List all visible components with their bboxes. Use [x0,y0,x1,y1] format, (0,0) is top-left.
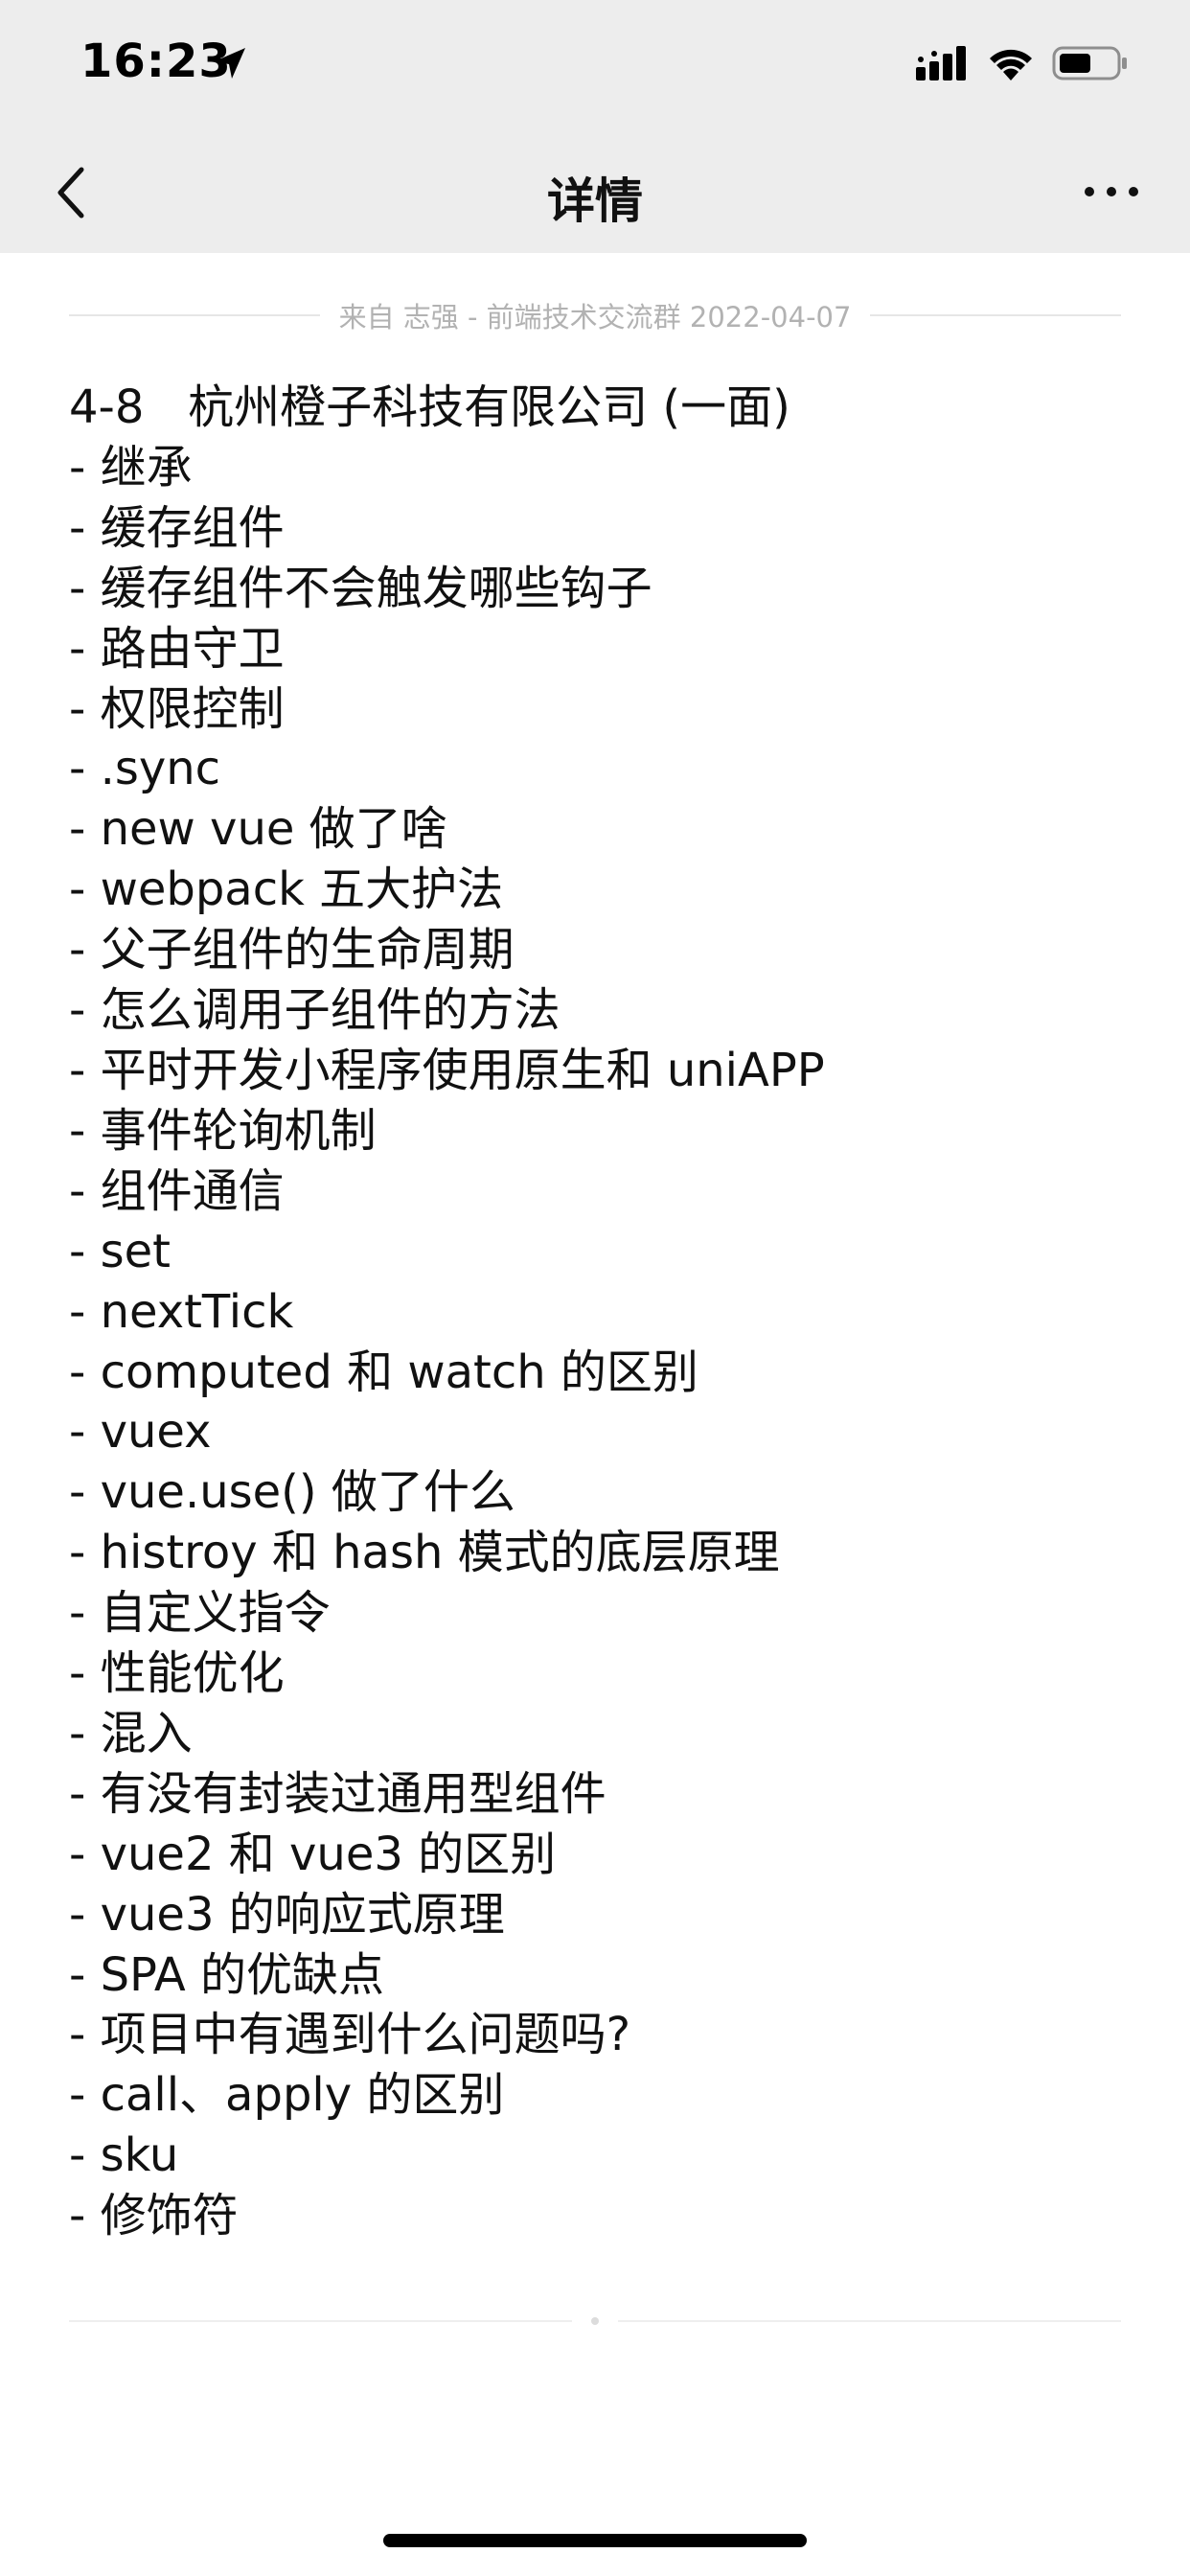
message-source: 来自 志强 - 前端技术交流群 2022-04-07 [338,301,852,334]
list-item: - sku [69,2128,179,2183]
list-item: - vue2 和 vue3 的区别 [69,1827,557,1881]
location-arrow-icon [215,48,245,79]
list-item: - 平时开发小程序使用原生和 uniAPP [69,1043,825,1097]
list-item: - SPA 的优缺点 [69,1947,385,2002]
home-indicator [383,2534,807,2547]
cellular-signal-icon [916,46,966,80]
more-button[interactable] [1073,172,1150,211]
status-time: 16:23 [80,34,232,88]
more-dots-icon [1085,187,1138,196]
message-content: 4-8 杭州橙子科技有限公司 (一面) - 继承 - 缓存组件 - 缓存组件不会触发哪… [69,378,1121,2246]
list-item: - new vue 做了啥 [69,802,447,857]
list-item: - webpack 五大护法 [69,862,504,917]
list-item: - computed 和 watch 的区别 [69,1345,698,1399]
list-item: - 事件轮询机制 [69,1103,377,1158]
nav-bar: 详情 [0,134,1190,253]
content-heading: 4-8 杭州橙子科技有限公司 (一面) [69,380,790,434]
list-item: - 组件通信 [69,1163,285,1218]
message-meta: 来自 志强 - 前端技术交流群 2022-04-07 [69,293,1121,337]
battery-icon [1052,46,1127,80]
list-item: - 权限控制 [69,681,285,736]
list-item: - 修饰符 [69,2189,239,2243]
list-item: - vuex [69,1405,212,1460]
meta-divider-left [69,314,320,316]
list-item: - call、apply 的区别 [69,2068,505,2123]
list-item: - histroy 和 hash 模式的底层原理 [69,1526,780,1580]
list-item: - 缓存组件不会触发哪些钩子 [69,561,652,615]
list-item: - 怎么调用子组件的方法 [69,983,561,1038]
list-item: - nextTick [69,1284,294,1339]
wifi-icon [990,49,1032,80]
list-item: - vue3 的响应式原理 [69,1887,505,1942]
list-item: - .sync [69,742,221,796]
list-item: - 继承 [69,440,193,494]
meta-divider-right [870,314,1121,316]
list-item: - 路由守卫 [69,621,285,676]
list-item: - set [69,1224,171,1278]
list-item: - 有没有封装过通用型组件 [69,1766,606,1821]
page-title: 详情 [547,173,643,229]
list-item: - 自定义指令 [69,1586,331,1641]
list-item: - 父子组件的生命周期 [69,923,515,978]
list-item: - 缓存组件 [69,500,285,555]
list-item: - 项目中有遇到什么问题吗? [69,2008,631,2062]
status-bar: 16:23 [0,0,1190,134]
list-item: - 性能优化 [69,1646,285,1701]
list-item: - vue.use() 做了什么 [69,1465,515,1520]
footer-divider [69,2312,1121,2331]
list-item: - 混入 [69,1706,193,1760]
